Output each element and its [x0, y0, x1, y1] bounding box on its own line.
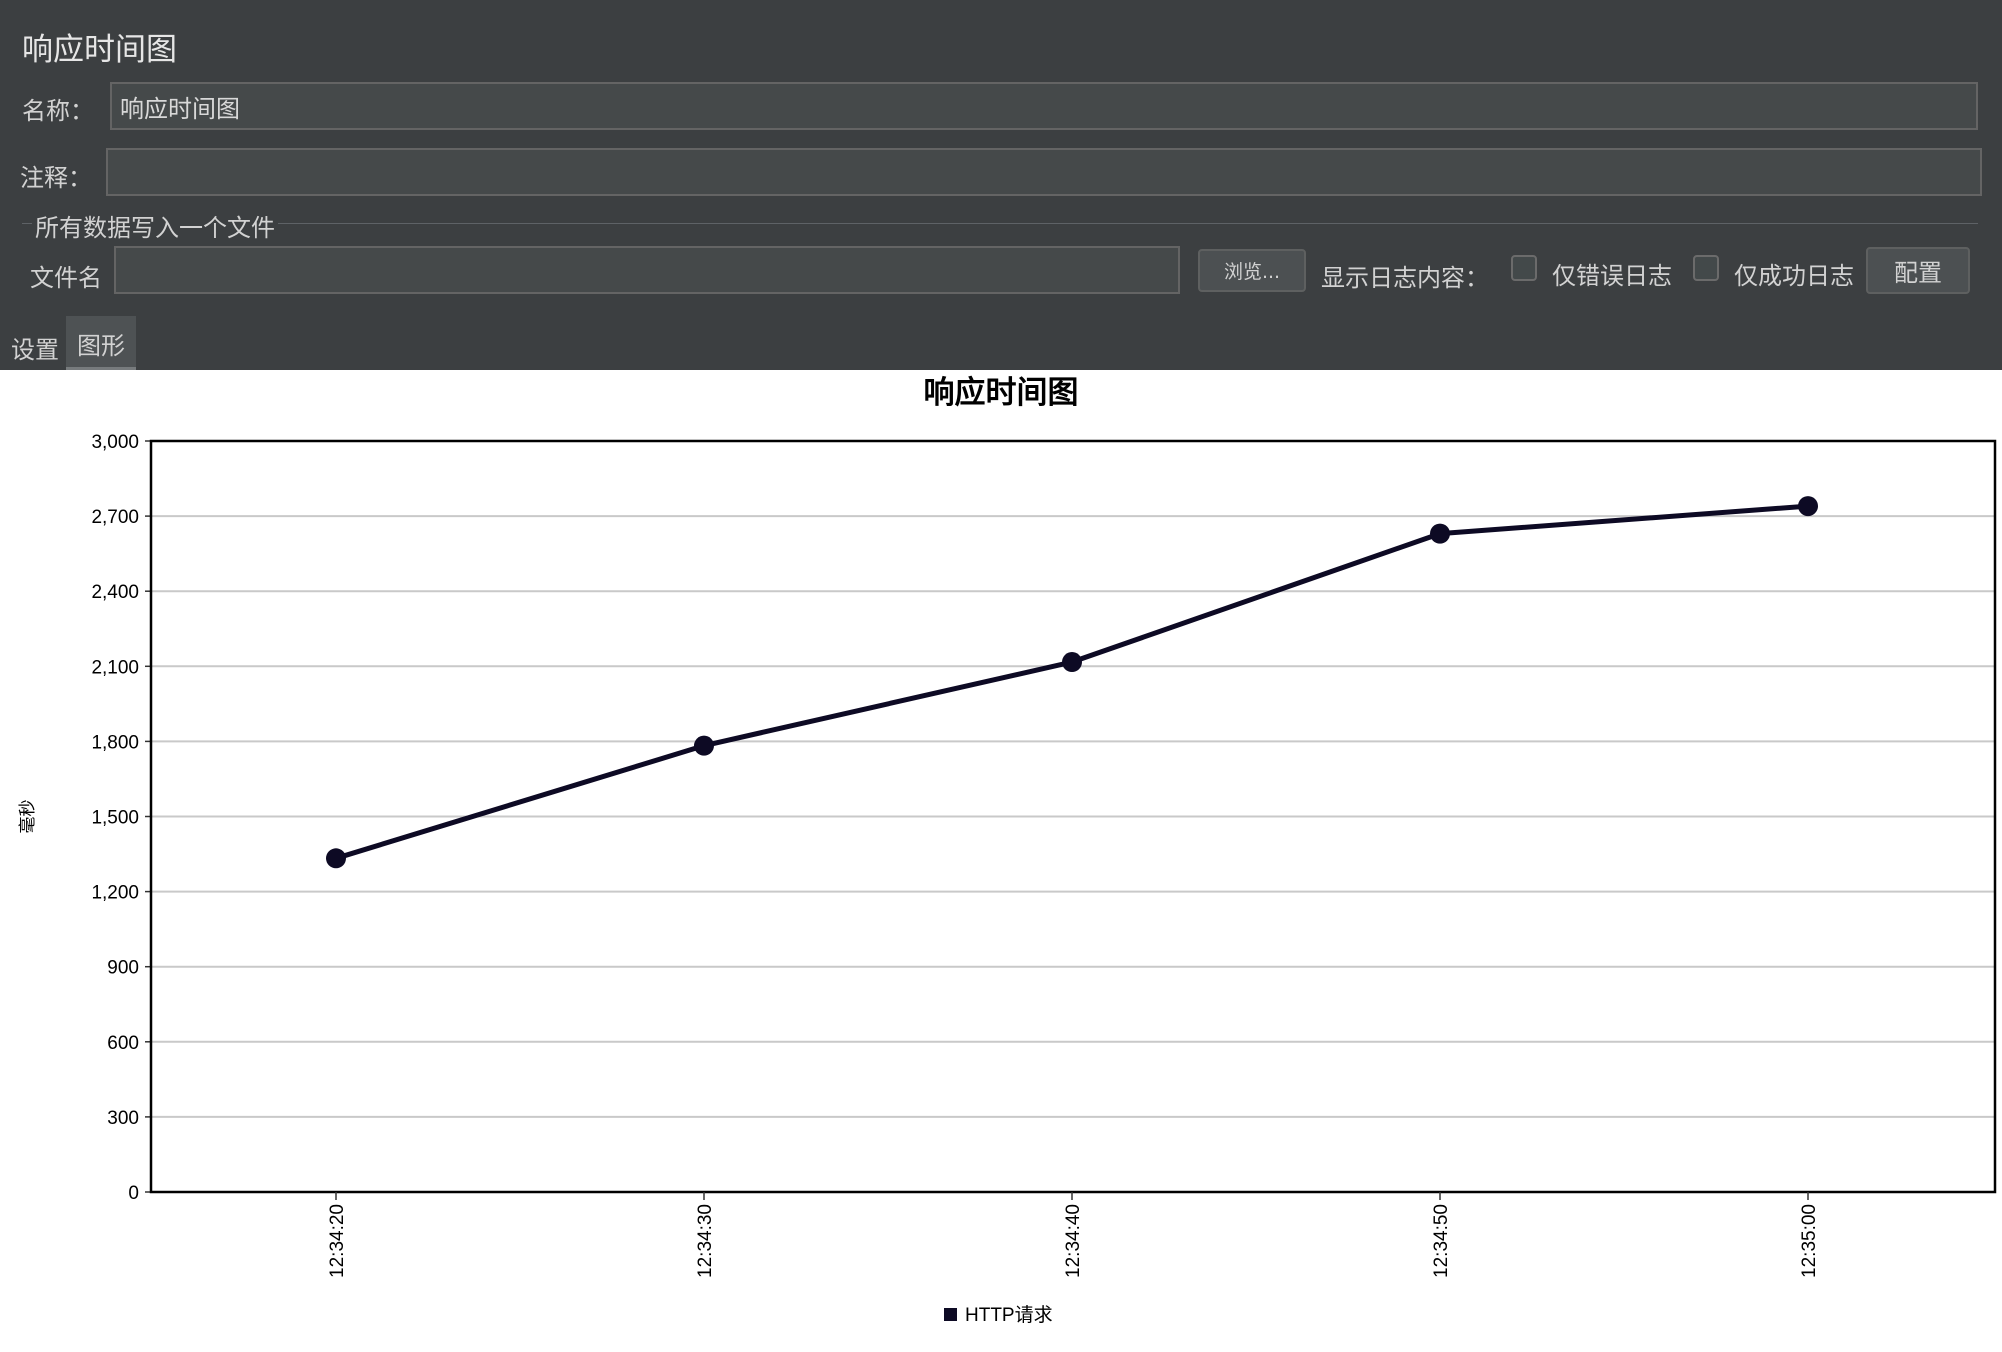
x-tick-label: 12:35:00 [1799, 1204, 1820, 1278]
success-only-label: 仅成功日志 [1734, 262, 1854, 290]
comment-field[interactable] [106, 148, 1982, 196]
legend-swatch [944, 1308, 957, 1321]
errors-only-label: 仅错误日志 [1552, 262, 1672, 290]
log-content-label: 显示日志内容： [1321, 264, 1489, 292]
success-only-checkbox[interactable] [1693, 255, 1719, 281]
configure-button[interactable]: 配置 [1866, 247, 1970, 294]
data-point [326, 848, 346, 869]
y-tick-label: 2,700 [91, 507, 139, 528]
legend-label: HTTP请求 [965, 1304, 1053, 1326]
data-point [694, 735, 714, 756]
y-tick-label: 900 [107, 958, 139, 979]
y-tick-label: 1,200 [91, 883, 139, 904]
tab-settings[interactable]: 设置 [0, 320, 70, 370]
data-point [1798, 496, 1818, 517]
x-tick-label: 12:34:20 [327, 1204, 348, 1278]
x-tick-label: 12:34:50 [1431, 1204, 1452, 1278]
y-tick-label: 600 [107, 1033, 139, 1054]
comment-label: 注释： [20, 164, 92, 192]
filename-field[interactable] [114, 246, 1180, 294]
data-point [1430, 523, 1450, 544]
y-tick-label: 0 [128, 1183, 139, 1204]
name-label: 名称： [22, 97, 94, 125]
file-group-title: 所有数据写入一个文件 [35, 214, 275, 242]
x-tick-label: 12:34:40 [1063, 1204, 1084, 1278]
panel-title: 响应时间图 [22, 32, 177, 68]
y-tick-label: 2,400 [91, 582, 139, 603]
y-tick-label: 2,100 [91, 657, 139, 678]
name-field[interactable]: 响应时间图 [110, 82, 1978, 130]
y-axis-label: 毫秒 [18, 800, 37, 834]
group-border-right [278, 223, 1978, 224]
chart-area: 响应时间图 0 300 600 900 1,200 1,500 1,800 2,100 2,400… [0, 370, 2002, 1348]
filename-label: 文件名 [30, 264, 102, 292]
browse-button[interactable]: 浏览... [1198, 249, 1306, 292]
data-point [1062, 652, 1082, 673]
series-line [335, 503, 1809, 861]
graph-settings-panel: 响应时间图 名称： 响应时间图 注释： 所有数据写入一个文件 文件名 浏览...… [0, 0, 2002, 370]
y-tick-label: 300 [107, 1108, 139, 1129]
errors-only-checkbox[interactable] [1511, 255, 1537, 281]
y-tick-label: 3,000 [91, 432, 139, 453]
y-tick-label: 1,500 [91, 808, 139, 829]
chart-title: 响应时间图 [924, 375, 1079, 410]
tab-graph[interactable]: 图形 [66, 316, 136, 370]
group-border-left [22, 223, 32, 224]
x-tick-label: 12:34:30 [695, 1204, 716, 1278]
response-time-chart: 响应时间图 0 300 600 900 1,200 1,500 1,800 2,100 2,400… [18, 375, 1997, 1326]
y-tick-label: 1,800 [91, 732, 139, 753]
